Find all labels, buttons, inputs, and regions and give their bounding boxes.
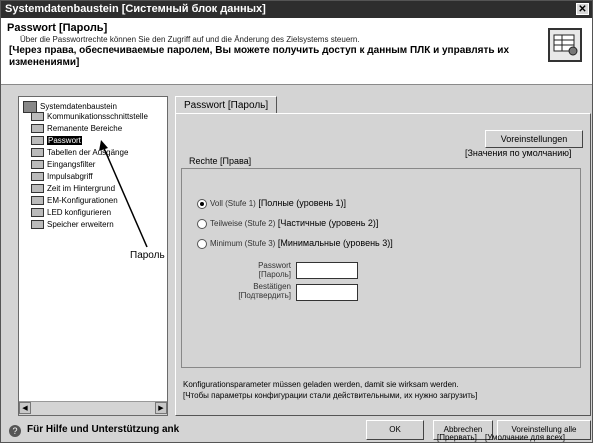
- help-text: Für Hilfe und Unterstützung ank: [27, 424, 180, 435]
- radio-icon: [197, 238, 207, 249]
- ok-button[interactable]: OK: [366, 420, 424, 440]
- radio-icon: [197, 218, 207, 229]
- footer-bar: ? Für Hilfe und Unterstützung ank OK Abb…: [1, 417, 592, 443]
- confirm-field[interactable]: [296, 284, 358, 301]
- defaults-caption: [Значения по умолчанию]: [465, 148, 572, 158]
- password-label: Passwort [Пароль]: [258, 261, 291, 279]
- tab-password[interactable]: Passwort [Пароль]: [175, 96, 278, 114]
- radio-minimum[interactable]: Minimum (Stufe 3) [Минимальные (уровень …: [197, 238, 393, 249]
- settings-panel: Passwort [Пароль] Voreinstellungen [Знач…: [175, 96, 591, 416]
- defaults-button[interactable]: Voreinstellungen: [485, 130, 583, 148]
- radio-partial[interactable]: Teilweise (Stufe 2) [Частичные (уровень …: [197, 218, 378, 229]
- help-icon[interactable]: ?: [9, 425, 21, 437]
- password-callout: Пароль: [130, 250, 165, 261]
- load-note: Konfigurationsparameter müssen geladen w…: [183, 380, 478, 400]
- radio-full[interactable]: Voll (Stufe 1) [Полные (уровень 1)]: [197, 198, 346, 209]
- confirm-label: Bestätigen [Подтвердить]: [238, 282, 291, 300]
- system-data-block-window: Systemdatenbaustein [Системный блок данн…: [0, 0, 593, 443]
- password-field[interactable]: [296, 262, 358, 279]
- rights-label: Rechte [Права]: [187, 156, 254, 166]
- cancel-caption: [Прервать]: [437, 433, 477, 442]
- radio-selected-icon: [197, 198, 207, 209]
- defaults-all-caption: [Умолчание для всех]: [485, 433, 565, 442]
